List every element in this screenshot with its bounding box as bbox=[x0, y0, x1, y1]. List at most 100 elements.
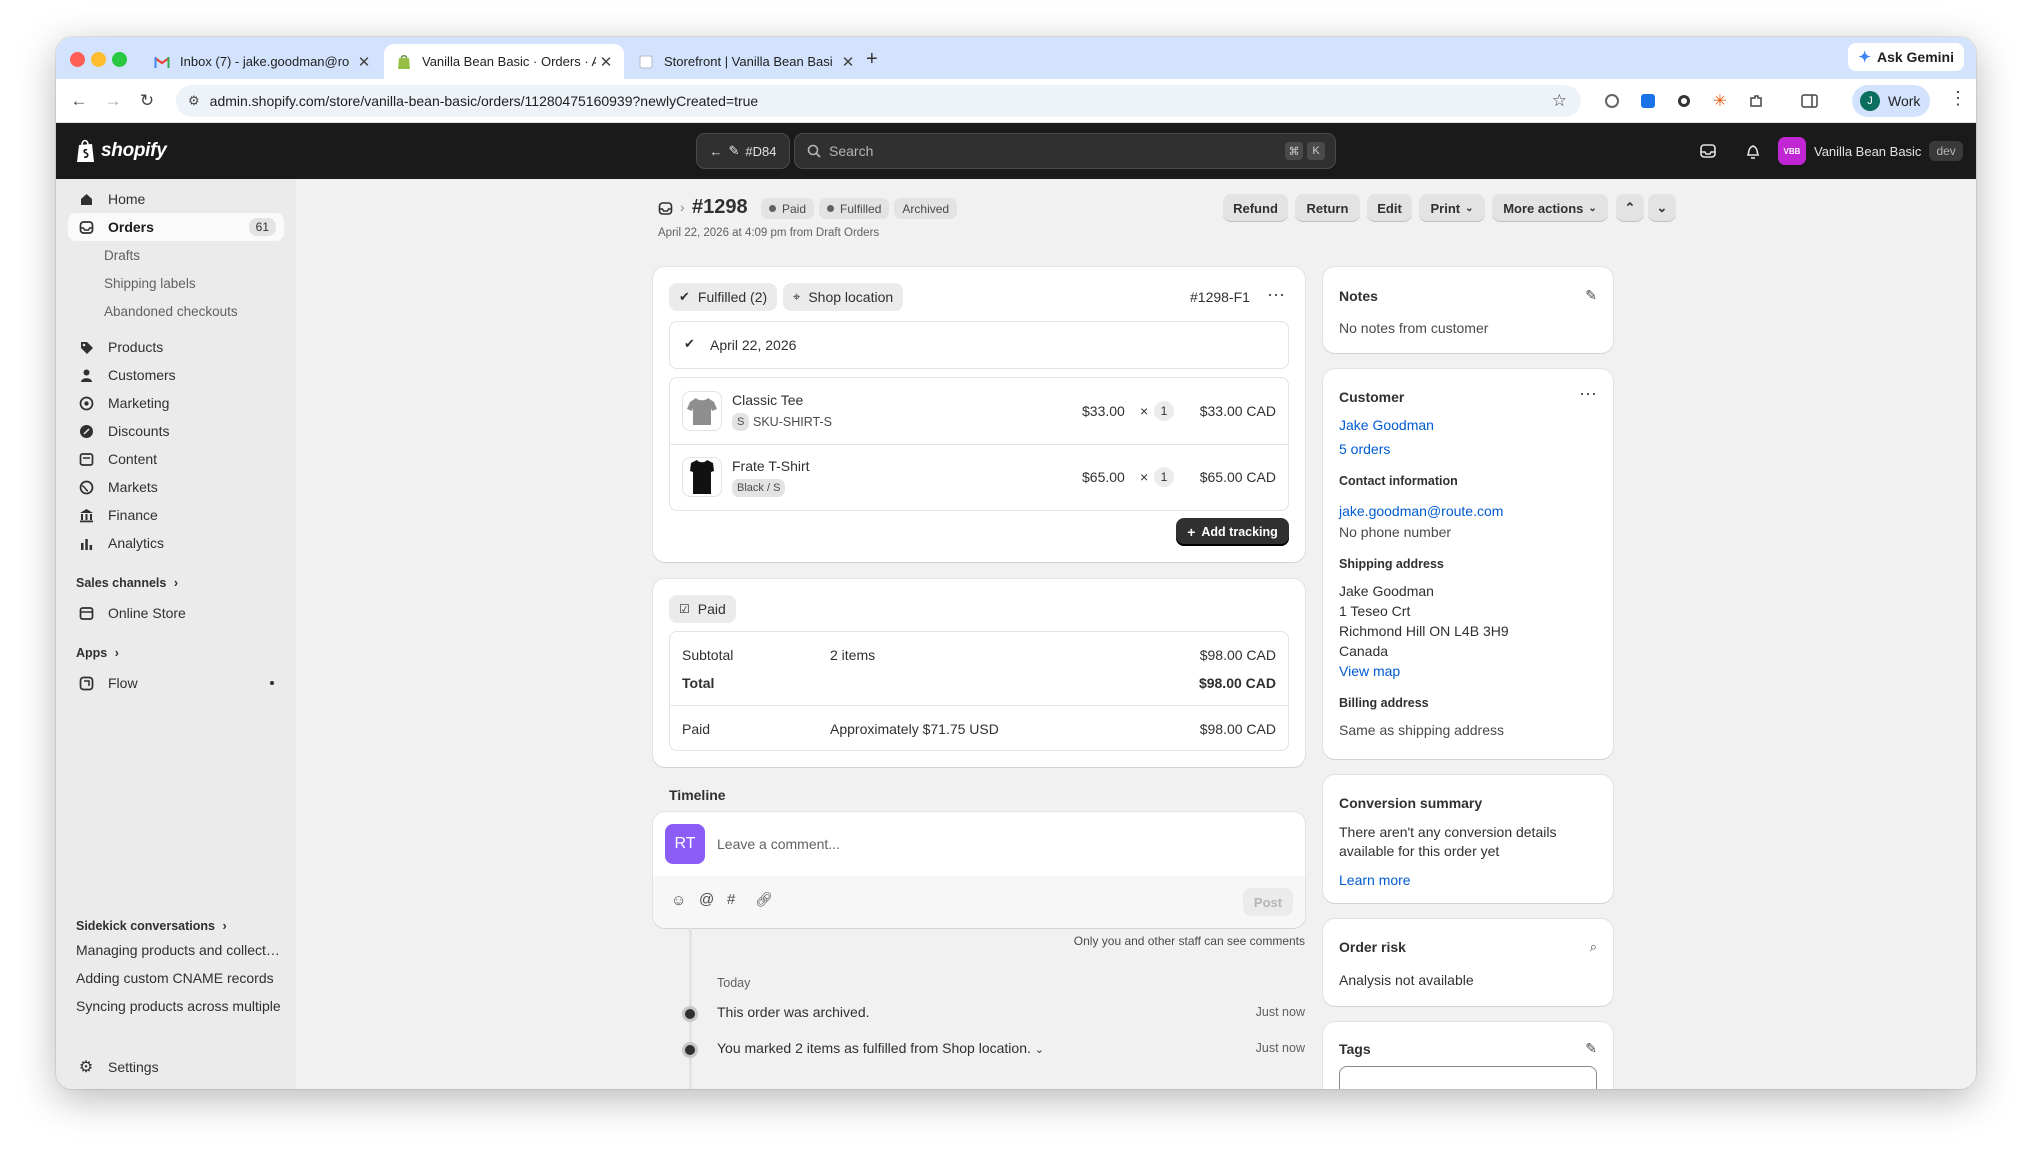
fulfillment-date-box: ✔ April 22, 2026 bbox=[669, 321, 1289, 369]
product-name[interactable]: Frate T-Shirt bbox=[732, 458, 810, 474]
sales-channels-heading[interactable]: Sales channels › bbox=[76, 576, 178, 590]
store-switcher[interactable]: VBB Vanilla Bean Basic dev bbox=[1778, 137, 1963, 165]
globe-icon bbox=[76, 477, 96, 497]
edit-button[interactable]: Edit bbox=[1367, 194, 1412, 222]
line-items: Classic Tee S SKU-SHIRT-S $33.00 × 1 $33… bbox=[669, 377, 1289, 511]
tab-strip: Inbox (7) - jake.goodman@ro ✕ Vanilla Be… bbox=[56, 37, 1976, 79]
close-tab-icon[interactable]: ✕ bbox=[354, 53, 374, 71]
risk-report-icon[interactable]: ⌕ bbox=[1590, 939, 1597, 955]
sidebar-item-shipping-labels[interactable]: Shipping labels bbox=[68, 269, 284, 297]
ask-gemini-button[interactable]: ✦ Ask Gemini bbox=[1848, 43, 1964, 71]
tab-orders[interactable]: Vanilla Bean Basic · Orders · A ✕ bbox=[384, 44, 624, 79]
emoji-icon[interactable]: ☺ bbox=[671, 892, 686, 909]
unread-dot bbox=[270, 681, 274, 685]
paid-value: $98.00 CAD bbox=[1199, 721, 1276, 737]
bell-icon[interactable] bbox=[1744, 142, 1762, 165]
tab-gmail[interactable]: Inbox (7) - jake.goodman@ro ✕ bbox=[142, 44, 382, 79]
sidebar-item-products[interactable]: Products bbox=[68, 333, 284, 361]
timeline-day: Today bbox=[717, 976, 751, 990]
browser-toolbar: ← → ↻ ⚙ admin.shopify.com/store/vanilla-… bbox=[56, 79, 1976, 123]
learn-more-link[interactable]: Learn more bbox=[1339, 872, 1411, 888]
sidebar-item-drafts[interactable]: Drafts bbox=[68, 241, 284, 269]
browser-menu-icon[interactable]: ⋮ bbox=[1949, 88, 1967, 109]
sidebar-item-finance[interactable]: Finance bbox=[68, 501, 284, 529]
more-horizontal-icon[interactable]: ⋯ bbox=[1579, 384, 1597, 405]
previous-order-button[interactable]: ⌃ bbox=[1616, 194, 1644, 222]
maximize-window-button[interactable] bbox=[112, 52, 127, 67]
tshirt-black-icon bbox=[690, 460, 714, 494]
orders-icon[interactable] bbox=[658, 201, 673, 221]
more-actions-button[interactable]: More actions ⌄ bbox=[1492, 194, 1608, 222]
next-order-button[interactable]: ⌄ bbox=[1648, 194, 1676, 222]
timeline-event[interactable]: You marked 2 items as fulfilled from Sho… bbox=[717, 1040, 1044, 1056]
order-date: April 22, 2026 at 4:09 pm from Draft Ord… bbox=[658, 227, 880, 239]
print-button[interactable]: Print ⌄ bbox=[1419, 194, 1485, 222]
inbox-icon[interactable] bbox=[1699, 142, 1717, 165]
reload-icon[interactable]: ↻ bbox=[136, 90, 158, 112]
bookmark-star-icon[interactable]: ☆ bbox=[1552, 91, 1567, 111]
site-settings-icon[interactable]: ⚙ bbox=[188, 93, 200, 109]
search-input[interactable]: Search ⌘ K bbox=[794, 133, 1336, 169]
sidekick-conversation[interactable]: Adding custom CNAME records bbox=[76, 970, 281, 986]
pencil-icon[interactable]: ✎ bbox=[1585, 1040, 1597, 1057]
forward-arrow-icon[interactable]: → bbox=[102, 90, 124, 112]
sidebar-item-discounts[interactable]: Discounts bbox=[68, 417, 284, 445]
product-name[interactable]: Classic Tee bbox=[732, 392, 803, 408]
return-button[interactable]: Return bbox=[1295, 194, 1360, 222]
unit-price: $33.00 bbox=[1082, 403, 1125, 419]
sidebar-item-content[interactable]: Content bbox=[68, 445, 284, 473]
attachment-icon[interactable]: 🔗︎ bbox=[755, 891, 773, 908]
sidekick-conversation[interactable]: Syncing products across multiple bbox=[76, 998, 281, 1014]
close-tab-icon[interactable]: ✕ bbox=[838, 53, 858, 71]
back-arrow-icon[interactable]: ← bbox=[68, 90, 90, 112]
customer-name-link[interactable]: Jake Goodman bbox=[1339, 417, 1434, 433]
sidebar-item-analytics[interactable]: Analytics bbox=[68, 529, 284, 557]
sidebar-item-orders[interactable]: Orders 61 bbox=[68, 213, 284, 241]
sidebar-item-flow[interactable]: Flow bbox=[68, 669, 284, 697]
extension-icon[interactable] bbox=[1637, 90, 1659, 112]
profile-button[interactable]: J Work bbox=[1852, 85, 1930, 117]
sidebar-item-abandoned-checkouts[interactable]: Abandoned checkouts bbox=[68, 297, 284, 325]
sidebar: Home Orders 61 Drafts Shipping labels Ab… bbox=[56, 179, 296, 1089]
timeline-event-time: Just now bbox=[1255, 1005, 1305, 1019]
sidebar-item-customers[interactable]: Customers bbox=[68, 361, 284, 389]
contact-heading: Contact information bbox=[1339, 474, 1458, 488]
sidebar-item-markets[interactable]: Markets bbox=[68, 473, 284, 501]
sidekick-heading[interactable]: Sidekick conversations › bbox=[76, 919, 227, 933]
tab-storefront[interactable]: Storefront | Vanilla Bean Basi ✕ bbox=[626, 44, 866, 79]
extension-icon[interactable]: ✳ bbox=[1709, 90, 1731, 112]
hashtag-icon[interactable]: # bbox=[727, 891, 735, 908]
unit-price: $65.00 bbox=[1082, 469, 1125, 485]
sidebar-item-home[interactable]: Home bbox=[68, 185, 284, 213]
post-button[interactable]: Post bbox=[1243, 888, 1293, 916]
sidebar-item-marketing[interactable]: Marketing bbox=[68, 389, 284, 417]
comment-input[interactable]: Leave a comment... bbox=[717, 836, 840, 852]
apps-heading[interactable]: Apps › bbox=[76, 646, 119, 660]
view-map-link[interactable]: View map bbox=[1339, 663, 1400, 679]
pencil-icon[interactable]: ✎ bbox=[1585, 287, 1597, 304]
tags-input[interactable] bbox=[1339, 1066, 1597, 1089]
tags-card: Tags ✎ bbox=[1323, 1022, 1613, 1089]
puzzle-icon[interactable] bbox=[1745, 90, 1767, 112]
address-bar[interactable]: ⚙ admin.shopify.com/store/vanilla-bean-b… bbox=[176, 85, 1581, 117]
side-panel-icon[interactable] bbox=[1799, 90, 1821, 112]
customer-email-link[interactable]: jake.goodman@route.com bbox=[1339, 503, 1503, 519]
minimize-window-button[interactable] bbox=[91, 52, 106, 67]
avatar: RT bbox=[665, 824, 705, 864]
extension-icon[interactable] bbox=[1601, 90, 1623, 112]
close-tab-icon[interactable]: ✕ bbox=[596, 53, 616, 71]
extension-icon[interactable] bbox=[1673, 90, 1695, 112]
add-tracking-button[interactable]: + Add tracking bbox=[1176, 518, 1289, 546]
more-horizontal-icon[interactable]: ⋯ bbox=[1267, 285, 1285, 306]
product-thumbnail bbox=[682, 457, 722, 497]
refund-button[interactable]: Refund bbox=[1223, 194, 1288, 222]
shopify-logo[interactable]: shopify bbox=[76, 139, 167, 163]
sidebar-item-online-store[interactable]: Online Store bbox=[68, 599, 284, 627]
mention-icon[interactable]: @ bbox=[699, 891, 714, 908]
back-to-order-button[interactable]: ← ✎ #D84 bbox=[696, 133, 790, 169]
sidekick-conversation[interactable]: Managing products and collections bbox=[76, 942, 281, 958]
new-tab-button[interactable]: + bbox=[866, 48, 878, 71]
customer-orders-link[interactable]: 5 orders bbox=[1339, 441, 1390, 457]
close-window-button[interactable] bbox=[70, 52, 85, 67]
sidebar-item-settings[interactable]: ⚙ Settings bbox=[68, 1053, 284, 1081]
